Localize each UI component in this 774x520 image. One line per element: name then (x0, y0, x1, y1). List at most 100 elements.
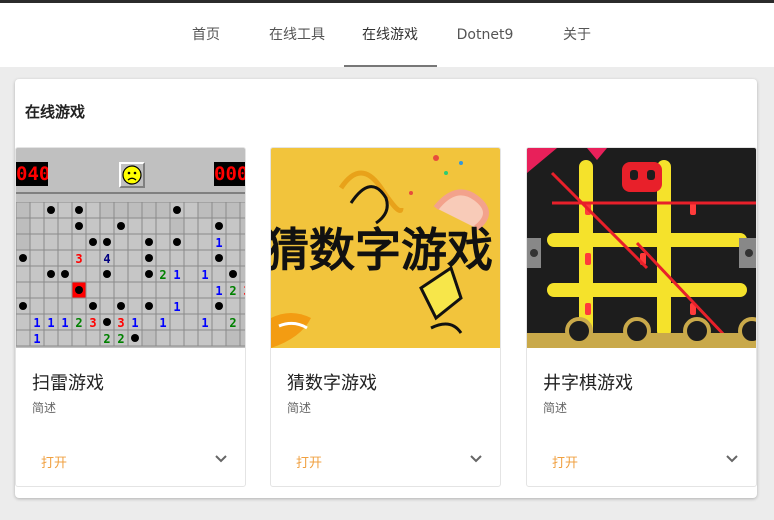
mine-icon (117, 302, 125, 310)
mine-cell (197, 233, 213, 251)
chevron-down-icon[interactable] (722, 448, 742, 468)
mine-cell (225, 233, 241, 251)
mine-cell (225, 329, 241, 347)
mine-cell (29, 202, 45, 219)
mine-cell (71, 265, 87, 283)
section-title: 在线游戏 (25, 103, 86, 121)
mine-cell (183, 202, 199, 219)
mine-cell (141, 313, 157, 331)
mine-count: 1 (215, 284, 222, 298)
chevron-down-icon[interactable] (466, 448, 486, 468)
mine-icon (131, 334, 139, 342)
mine-cell (85, 329, 101, 347)
mine-cell (127, 217, 143, 235)
mine-count: 1 (47, 316, 54, 330)
mine-cell (225, 249, 241, 267)
mine-count: 2 (229, 316, 236, 330)
nav-item-online-games[interactable]: 在线游戏 (354, 3, 426, 67)
mine-cell (127, 265, 143, 283)
game-description: 简述 (32, 401, 57, 415)
open-button[interactable]: 打开 (41, 452, 67, 471)
mine-cell (169, 217, 185, 235)
nav-item-dotnet9[interactable]: Dotnet9 (448, 3, 522, 67)
mine-cell (29, 265, 45, 283)
mine-cell (211, 202, 227, 219)
mine-cell (57, 297, 73, 315)
mine-cell (183, 329, 199, 347)
mine-cell (239, 249, 245, 267)
mine-cell (155, 329, 171, 347)
mine-icon (103, 318, 111, 326)
mine-cell (197, 249, 213, 267)
mine-cell (43, 249, 59, 267)
mine-cell (169, 249, 185, 267)
smiley-face-icon (119, 162, 145, 188)
guess-number-thumbnail[interactable]: 猜数字游戏 (271, 148, 500, 348)
mine-cell (43, 329, 59, 347)
mine-count: 1 (201, 316, 208, 330)
open-button[interactable]: 打开 (296, 452, 322, 471)
mine-count: 3 (243, 284, 246, 298)
mine-count: 2 (117, 332, 124, 346)
mine-cell (141, 329, 157, 347)
mine-cell (16, 281, 31, 299)
game-description: 简述 (287, 401, 312, 415)
mine-cell (155, 281, 171, 299)
mine-icon (19, 254, 27, 262)
mine-cell (197, 329, 213, 347)
mine-cell (16, 202, 31, 219)
mine-cell (57, 217, 73, 235)
tic-tac-toe-board (527, 148, 756, 348)
game-description: 简述 (543, 401, 568, 415)
mine-cell (155, 217, 171, 235)
nav-item-home[interactable]: 首页 (182, 3, 230, 67)
mine-icon (19, 302, 27, 310)
mine-icon (61, 270, 69, 278)
mine-cell (239, 297, 245, 315)
mine-count: 1 (33, 316, 40, 330)
mine-cell (183, 281, 199, 299)
mine-cell (169, 313, 185, 331)
mine-cell (85, 265, 101, 283)
mine-cell (16, 233, 31, 251)
mine-cell (183, 265, 199, 283)
mine-cell (225, 217, 241, 235)
mine-icon (145, 270, 153, 278)
mine-cell (239, 202, 245, 219)
mine-cell (127, 233, 143, 251)
mine-cell (141, 281, 157, 299)
mine-cell (16, 265, 31, 283)
mine-cell (239, 233, 245, 251)
mine-cell (16, 313, 31, 331)
mine-cell (127, 297, 143, 315)
mine-cell (113, 249, 129, 267)
mine-cell (57, 281, 73, 299)
mine-cell (85, 249, 101, 267)
mine-cell (85, 281, 101, 299)
chevron-down-icon[interactable] (211, 448, 231, 468)
mine-count: 1 (201, 268, 208, 282)
nav-item-about[interactable]: 关于 (553, 3, 601, 67)
mine-cell (211, 313, 227, 331)
mine-cell (85, 202, 101, 219)
mine-cell (197, 297, 213, 315)
mine-cell (29, 297, 45, 315)
mine-cell (16, 329, 31, 347)
mine-icon (75, 286, 83, 294)
mine-icon (215, 254, 223, 262)
timer-counter: 000 (214, 162, 246, 186)
mine-cell (113, 281, 129, 299)
tic-tac-toe-thumbnail[interactable] (527, 148, 756, 348)
mine-icon (173, 206, 181, 214)
mine-cell (113, 202, 129, 219)
mine-cell (141, 217, 157, 235)
mine-cell (239, 313, 245, 331)
nav-item-online-tools[interactable]: 在线工具 (262, 3, 332, 67)
open-button[interactable]: 打开 (552, 452, 578, 471)
mine-cell (113, 265, 129, 283)
minesweeper-thumbnail[interactable]: 040 000 13421112311112331112122 (16, 148, 246, 348)
mine-icon (89, 238, 97, 246)
mine-count: 4 (103, 252, 110, 266)
mine-icon (47, 206, 55, 214)
mine-icon (75, 222, 83, 230)
